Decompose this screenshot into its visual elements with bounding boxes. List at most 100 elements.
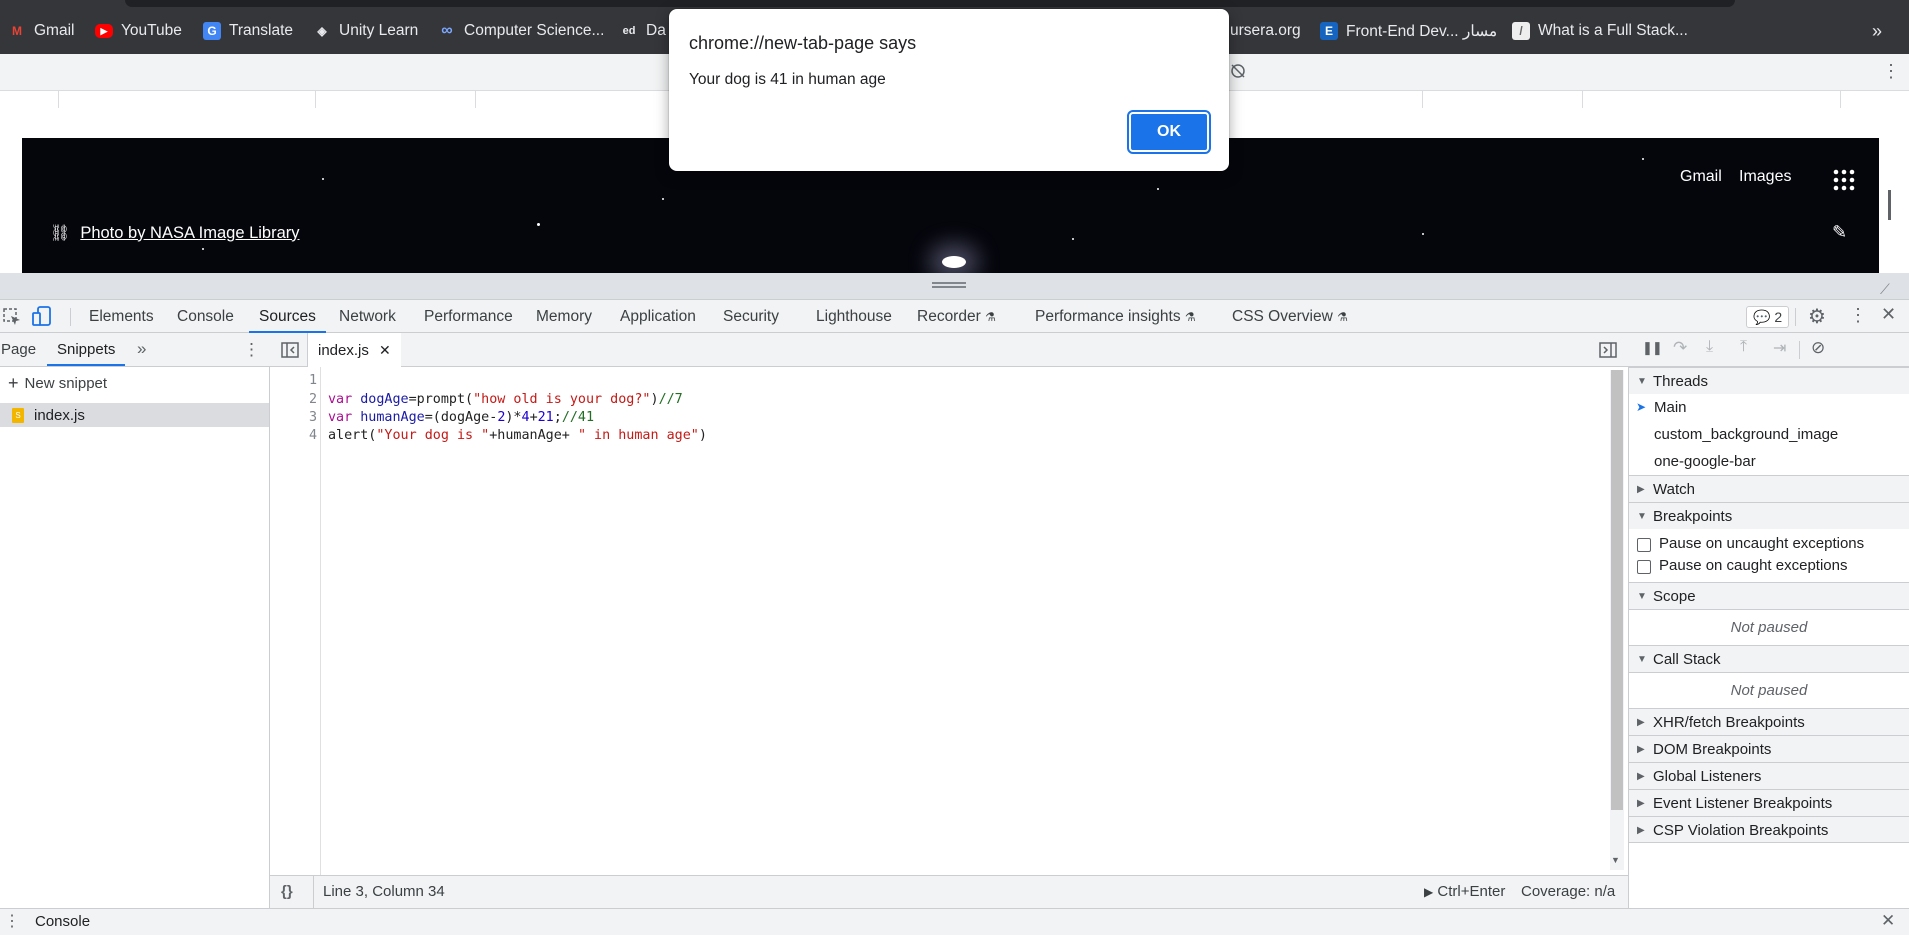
infinity-icon: ∞ [441, 22, 453, 39]
devtools-resize-bar[interactable]: ⟋ [0, 273, 1909, 299]
event-listener-breakpoints-header[interactable]: ▶ Event Listener Breakpoints [1629, 789, 1909, 816]
call-stack-section-header[interactable]: ▼ Call Stack [1629, 645, 1909, 672]
inspect-element-icon[interactable] [3, 308, 21, 326]
device-mode-icon[interactable] [32, 306, 52, 328]
toggle-debugger-icon[interactable] [1599, 342, 1617, 358]
deactivate-breakpoints-icon[interactable]: ⊘ [1811, 338, 1825, 358]
device-toolbar-menu-icon[interactable]: ⋮ [1882, 62, 1900, 80]
star [322, 178, 324, 180]
page-scrollbar[interactable] [1888, 190, 1891, 220]
bookmark-unity-learn[interactable]: ◈ Unity Learn [313, 20, 418, 42]
pause-caught-checkbox[interactable] [1637, 560, 1651, 574]
navigator-menu-icon[interactable]: ⋮ [243, 340, 260, 360]
bookmark-label: What is a Full Stack... [1538, 22, 1688, 39]
tab-memory[interactable]: Memory [536, 300, 592, 333]
scroll-down-arrow-icon[interactable]: ▼ [1611, 855, 1620, 865]
thread-one-google-bar[interactable]: one-google-bar [1629, 448, 1909, 475]
editor-tab-index-js[interactable]: index.js ✕ [308, 333, 401, 367]
tab-network[interactable]: Network [339, 300, 396, 333]
xhr-breakpoints-header[interactable]: ▶ XHR/fetch Breakpoints [1629, 708, 1909, 735]
code-line-4[interactable]: alert("Your dog is "+humanAge+ " in huma… [328, 427, 707, 445]
scope-section-header[interactable]: ▼ Scope [1629, 582, 1909, 609]
tab-performance-insights[interactable]: Performance insights ⚗ [1035, 300, 1196, 333]
pretty-print-icon[interactable]: {} [281, 883, 293, 900]
star [1072, 238, 1074, 240]
run-snippet-button[interactable]: ▶ Ctrl+Enter [1424, 883, 1505, 900]
call-stack-label: Call Stack [1653, 651, 1721, 668]
toggle-navigator-icon[interactable] [281, 342, 299, 358]
ntp-images-link[interactable]: Images [1739, 168, 1791, 186]
editor-scrollbar[interactable] [1610, 370, 1624, 870]
resize-corner-icon[interactable]: ⟋ [1880, 281, 1890, 298]
apps-grid-icon[interactable] [1833, 169, 1855, 191]
star [1422, 233, 1424, 235]
bookmark-edx[interactable]: ed Da [620, 20, 666, 42]
threads-section-header[interactable]: ▼ Threads [1629, 367, 1909, 394]
editor-scrollbar-thumb[interactable] [1611, 370, 1623, 810]
tab-recorder[interactable]: Recorder ⚗ [917, 300, 996, 333]
thread-main[interactable]: ➤ Main [1629, 394, 1909, 421]
pause-uncaught-label: Pause on uncaught exceptions [1659, 535, 1865, 552]
photo-credit-link[interactable]: ⛓ Photo by NASA Image Library [50, 223, 300, 243]
bookmark-gmail[interactable]: M Gmail [8, 20, 74, 42]
tab-elements[interactable]: Elements [89, 300, 154, 333]
dom-breakpoints-header[interactable]: ▶ DOM Breakpoints [1629, 735, 1909, 762]
bookmark-label: Computer Science... [464, 22, 605, 39]
new-snippet-button[interactable]: + New snippet [8, 373, 107, 394]
photo-credit-text: Photo by NASA Image Library [80, 223, 300, 242]
link-icon: ⛓ [50, 225, 71, 242]
thread-custom-background-image[interactable]: custom_background_image [1629, 421, 1909, 448]
issues-count: 2 [1774, 309, 1783, 325]
bookmark-full-stack[interactable]: / What is a Full Stack... [1512, 20, 1688, 42]
code-line-3[interactable]: var humanAge=(dogAge-2)*4+21;//41 [328, 409, 594, 427]
tab-application[interactable]: Application [620, 300, 696, 333]
more-tabs-chevron-icon[interactable]: » [137, 339, 146, 359]
close-devtools-icon[interactable]: ✕ [1881, 304, 1896, 325]
bookmark-coursera[interactable]: ursera.org [1230, 20, 1301, 42]
console-drawer: ⋮ Console ✕ [0, 908, 1909, 935]
ntp-gmail-link[interactable]: Gmail [1680, 168, 1722, 186]
pause-uncaught-checkbox[interactable] [1637, 538, 1651, 552]
editor-tab-label: index.js [318, 342, 369, 359]
close-drawer-icon[interactable]: ✕ [1881, 911, 1895, 931]
star [1157, 188, 1159, 190]
page-icon: / [1512, 22, 1530, 40]
editor-status-bar: {} Line 3, Column 34 ▶ Ctrl+Enter Covera… [270, 875, 1628, 908]
breakpoints-section-header[interactable]: ▼ Breakpoints [1629, 502, 1909, 529]
close-tab-icon[interactable]: ✕ [379, 342, 391, 358]
snippet-file-item[interactable]: S index.js [0, 403, 269, 427]
tab-lighthouse[interactable]: Lighthouse [816, 300, 892, 333]
bookmark-youtube[interactable]: ▶ YouTube [95, 20, 182, 42]
tab-performance[interactable]: Performance [424, 300, 513, 333]
settings-gear-icon[interactable]: ⚙ [1808, 304, 1826, 329]
global-listeners-header[interactable]: ▶ Global Listeners [1629, 762, 1909, 789]
pause-icon[interactable]: ❚❚ [1642, 340, 1663, 356]
translate-icon: G [203, 22, 221, 40]
bookmark-label: Da [646, 22, 666, 39]
tab-sources[interactable]: Sources [249, 300, 326, 333]
drawer-tab-console[interactable]: Console [35, 913, 90, 930]
bookmark-translate[interactable]: G Translate [203, 20, 293, 42]
collapsed-triangle-icon: ▶ [1637, 798, 1645, 809]
drawer-menu-icon[interactable]: ⋮ [4, 911, 20, 931]
ok-button[interactable]: OK [1127, 110, 1211, 154]
navigator-tab-snippets[interactable]: Snippets [47, 333, 126, 366]
rotate-icon[interactable] [1228, 61, 1248, 81]
tab-console[interactable]: Console [177, 300, 234, 333]
tab-css-overview[interactable]: CSS Overview ⚗ [1232, 300, 1348, 333]
snippet-file-name: index.js [34, 406, 85, 424]
issues-badge[interactable]: 💬 2 [1746, 306, 1790, 328]
bookmark-front-end-dev[interactable]: E Front-End Dev... مسار [1320, 20, 1497, 42]
tab-security[interactable]: Security [723, 300, 779, 333]
bookmark-computer-science[interactable]: ∞ Computer Science... [438, 20, 604, 42]
navigator-tab-page[interactable]: Page [1, 333, 36, 366]
bookmarks-overflow-button[interactable]: » [1872, 20, 1882, 42]
customize-pencil-icon[interactable]: ✎ [1832, 222, 1847, 243]
thread-name: Main [1654, 399, 1687, 416]
csp-violation-breakpoints-header[interactable]: ▶ CSP Violation Breakpoints [1629, 816, 1909, 843]
watch-section-header[interactable]: ▶ Watch [1629, 475, 1909, 502]
bookmark-label: Gmail [34, 22, 75, 39]
code-line-2[interactable]: var dogAge=prompt("how old is your dog?"… [328, 391, 683, 409]
step-into-icon: ⤓ [1706, 338, 1714, 355]
devtools-menu-icon[interactable]: ⋮ [1849, 305, 1867, 326]
